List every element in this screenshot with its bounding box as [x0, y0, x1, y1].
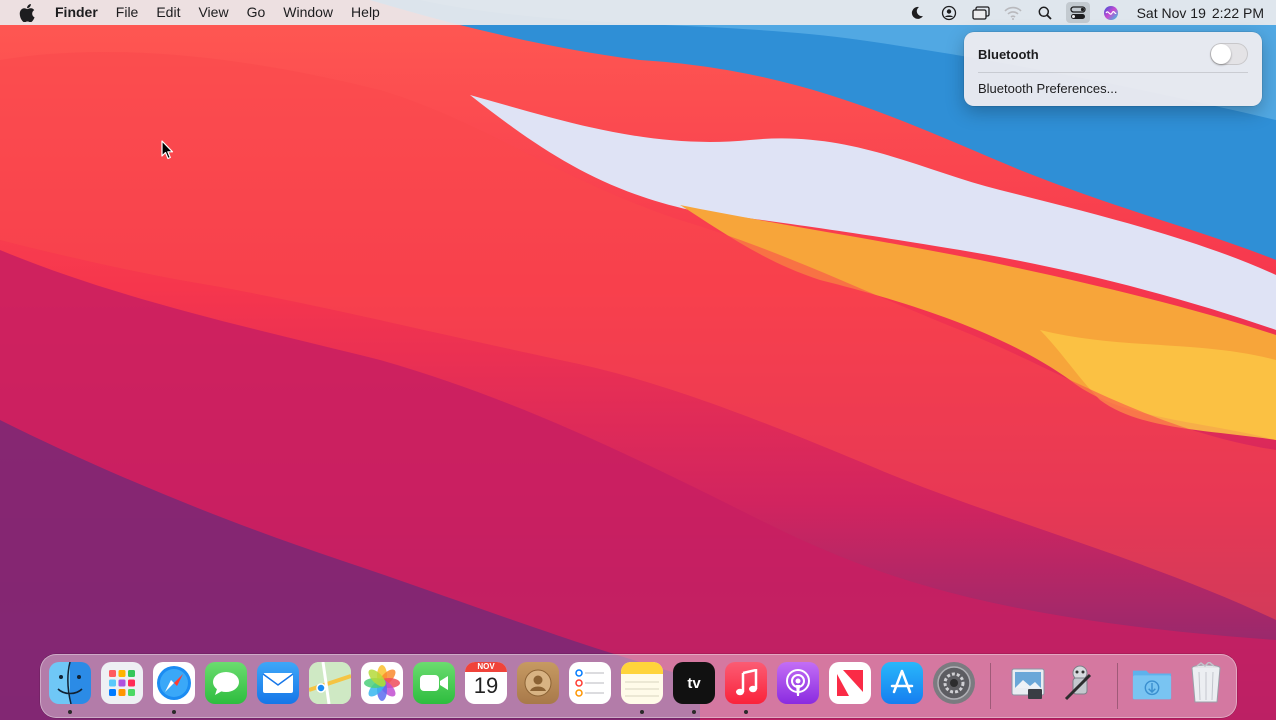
facetime-icon[interactable] [413, 662, 455, 704]
mail-icon[interactable] [257, 662, 299, 704]
notes-icon[interactable] [621, 662, 663, 704]
user-account-icon[interactable] [938, 0, 960, 25]
bluetooth-toggle[interactable] [1210, 43, 1248, 65]
divider [978, 72, 1248, 73]
maps-icon[interactable] [309, 662, 351, 704]
clock-time: 2:22 PM [1211, 4, 1264, 21]
podcasts-icon[interactable] [777, 662, 819, 704]
running-indicator [640, 710, 644, 714]
news-icon[interactable] [829, 662, 871, 704]
menu-edit[interactable]: Edit [147, 0, 189, 25]
desktop-wallpaper [0, 0, 1276, 720]
clock-date: Sat Nov 19 [1136, 4, 1206, 21]
launchpad-icon[interactable] [101, 662, 143, 704]
downloads-folder-icon[interactable] [1131, 662, 1173, 704]
dock-divider [990, 663, 991, 709]
safari-icon[interactable] [153, 662, 195, 704]
preview-icon[interactable] [1007, 662, 1049, 704]
reminders-icon[interactable] [569, 662, 611, 704]
menu-go[interactable]: Go [238, 0, 275, 25]
calendar-icon[interactable]: NOV 19 [465, 662, 507, 704]
running-indicator [172, 710, 176, 714]
spotlight-search-icon[interactable] [1034, 0, 1056, 25]
menu-view[interactable]: View [189, 0, 237, 25]
running-indicator [68, 710, 72, 714]
dock-divider [1117, 663, 1118, 709]
menu-window[interactable]: Window [274, 0, 342, 25]
contacts-icon[interactable] [517, 662, 559, 704]
mouse-pointer-icon [161, 140, 175, 163]
bluetooth-preferences-item[interactable]: Bluetooth Preferences... [978, 81, 1117, 96]
siri-icon[interactable] [1100, 0, 1122, 25]
photos-icon[interactable] [361, 662, 403, 704]
calendar-day: 19 [473, 673, 499, 698]
running-indicator [692, 710, 696, 714]
automator-icon[interactable] [1059, 662, 1101, 704]
music-icon[interactable] [725, 662, 767, 704]
menu-app-name[interactable]: Finder [46, 0, 107, 25]
bluetooth-dropdown: Bluetooth Bluetooth Preferences... [964, 32, 1262, 106]
trash-icon[interactable] [1185, 662, 1227, 704]
screen-mirroring-icon[interactable] [970, 0, 992, 25]
menubar-clock[interactable]: Sat Nov 19 2:22 PM [1137, 5, 1264, 21]
bluetooth-row: Bluetooth [978, 43, 1248, 65]
tv-label: tv [687, 674, 701, 692]
app-store-icon[interactable] [881, 662, 923, 704]
toggle-knob [1211, 44, 1231, 64]
menu-file[interactable]: File [107, 0, 148, 25]
menu-help[interactable]: Help [342, 0, 389, 25]
system-preferences-icon[interactable] [933, 662, 975, 704]
do-not-disturb-moon-icon[interactable] [906, 0, 928, 25]
bluetooth-title: Bluetooth [978, 46, 1039, 62]
apple-menu-icon[interactable] [16, 0, 38, 25]
menu-bar: Finder File Edit View Go Window Help Sat… [0, 0, 1276, 25]
messages-icon[interactable] [205, 662, 247, 704]
dock: NOV 19 tv [40, 654, 1237, 718]
apple-tv-icon[interactable]: tv [673, 662, 715, 704]
calendar-month: NOV [465, 662, 507, 672]
control-center-icon[interactable] [1065, 2, 1090, 23]
finder-icon[interactable] [49, 662, 91, 704]
running-indicator [744, 710, 748, 714]
wifi-icon[interactable] [1002, 0, 1024, 25]
